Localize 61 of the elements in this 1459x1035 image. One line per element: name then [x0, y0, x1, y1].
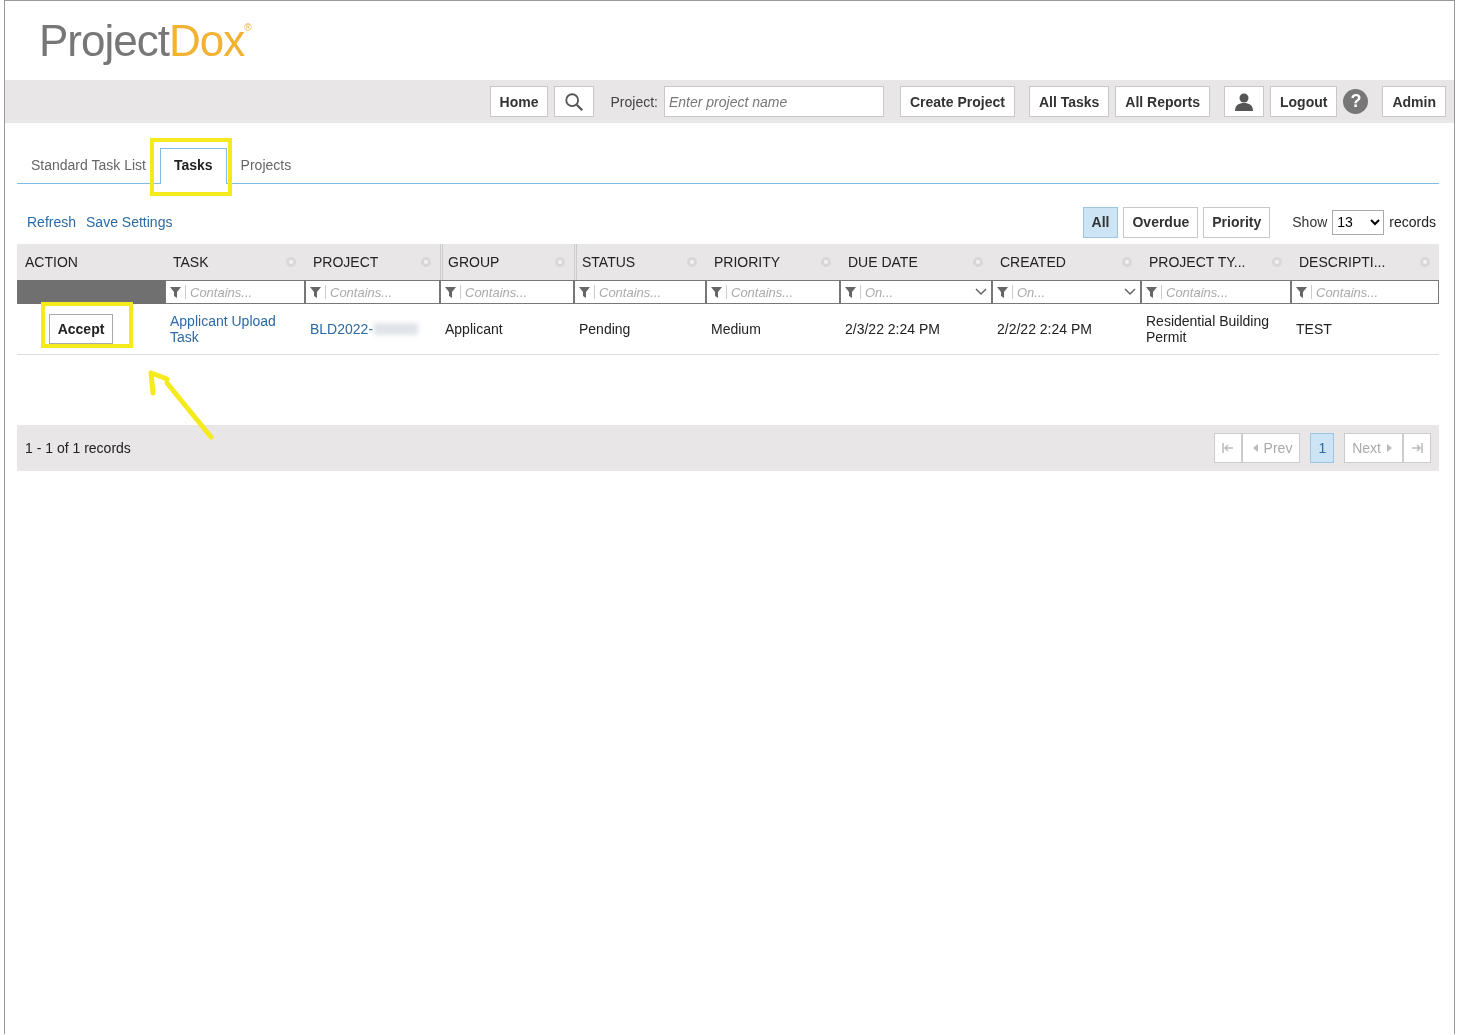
table-cell: Pending [579, 321, 631, 337]
tab[interactable]: Standard Task List [17, 148, 160, 183]
link[interactable]: Save Settings [86, 214, 173, 230]
table-cell: 2/3/22 2:24 PM [845, 321, 940, 337]
project-field[interactable]: Enter project name [663, 86, 884, 117]
funnel-icon [845, 286, 856, 298]
redacted-text [374, 323, 419, 335]
table-cell: Applicant [445, 321, 503, 337]
filter-button[interactable]: All [1082, 206, 1119, 238]
funnel-icon [445, 286, 456, 298]
tab[interactable]: Tasks [159, 148, 227, 184]
records-dropdown[interactable]: 13 [1332, 209, 1385, 235]
nav-button[interactable]: Logout [1270, 86, 1338, 117]
last-page-icon [1411, 442, 1423, 454]
header-label[interactable]: GROUP [448, 254, 500, 270]
accept-button[interactable]: Accept [48, 314, 114, 344]
funnel-icon [170, 286, 181, 298]
project-link[interactable]: BLD2022- [310, 321, 374, 337]
header-label[interactable]: PRIORITY [714, 254, 781, 270]
table-cell: 2/2/22 2:24 PM [997, 321, 1092, 337]
page-button[interactable]: 1 [1310, 433, 1335, 463]
table-cell: TEST [1296, 321, 1332, 337]
filter-button[interactable]: Overdue [1123, 206, 1199, 238]
nav-button[interactable]: All Reports [1115, 86, 1210, 117]
header-label[interactable]: STATUS [582, 254, 636, 270]
search-icon [564, 91, 585, 112]
user-icon [1234, 91, 1254, 112]
tab[interactable]: Projects [226, 148, 306, 183]
header-label[interactable]: PROJECT TY... [1149, 254, 1246, 270]
table-cell-text: Residential Building Permit [1146, 313, 1270, 345]
logo: ProjectDox® [39, 15, 251, 66]
header-label[interactable]: ACTION [25, 254, 78, 270]
nav-button[interactable]: Home [489, 86, 549, 117]
help-button[interactable]: ? [1343, 89, 1369, 114]
nav-button[interactable]: All Tasks [1028, 86, 1110, 117]
show-label: Show [1292, 214, 1328, 230]
funnel-icon [997, 286, 1008, 298]
header-label[interactable]: CREATED [1000, 254, 1066, 270]
task-link[interactable]: Applicant Upload Task [170, 313, 305, 345]
funnel-icon [1146, 286, 1157, 298]
funnel-icon [579, 286, 590, 298]
table-cell: Medium [711, 321, 761, 337]
funnel-icon [1296, 286, 1307, 298]
funnel-icon [310, 286, 321, 298]
records-label: records [1389, 214, 1436, 230]
header-label[interactable]: DESCRIPTI... [1299, 254, 1386, 270]
first-page-icon [1221, 442, 1234, 454]
header-label[interactable]: TASK [173, 254, 209, 270]
nav-button[interactable]: Create Project [899, 86, 1015, 117]
project-label: Project: [610, 93, 658, 110]
search-button[interactable] [554, 86, 595, 117]
nav-button[interactable]: Admin [1382, 86, 1446, 117]
records-summary: 1 - 1 of 1 records [25, 440, 132, 456]
funnel-icon [711, 286, 722, 298]
link[interactable]: Refresh [27, 214, 77, 230]
header-label[interactable]: DUE DATE [848, 254, 918, 270]
header-label[interactable]: PROJECT [313, 254, 379, 270]
user-button[interactable] [1224, 86, 1264, 117]
filter-button[interactable]: Priority [1203, 206, 1271, 238]
chevron-down-icon [1124, 288, 1136, 296]
chevron-down-icon [975, 288, 987, 296]
